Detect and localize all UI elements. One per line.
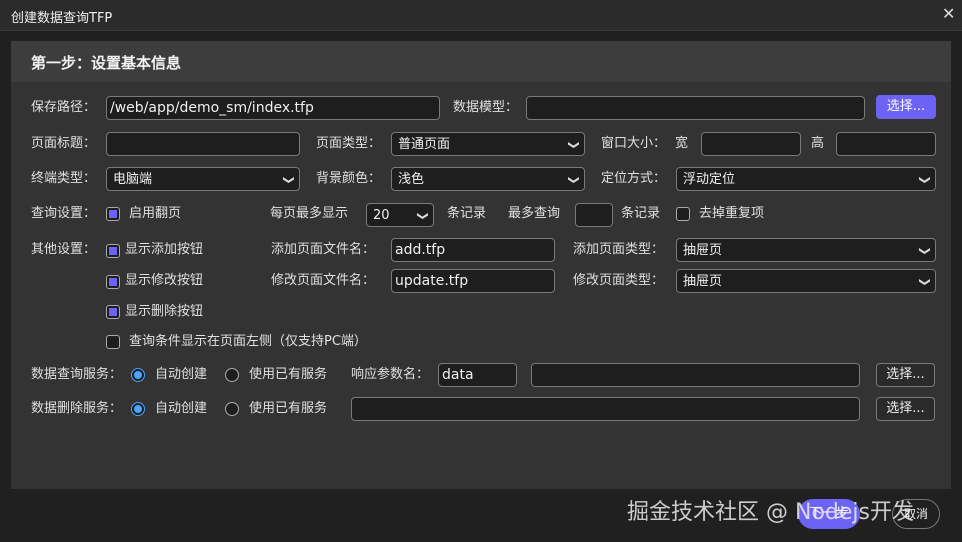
edit-type-select[interactable]: 抽屉页 ❯ — [676, 269, 936, 293]
delete-auto-radio[interactable] — [131, 402, 145, 416]
add-type-label: 添加页面类型： — [573, 242, 665, 257]
step-title: 第一步：设置基本信息 — [31, 54, 182, 72]
query-existing-radio[interactable] — [225, 368, 239, 382]
query-service-input[interactable] — [531, 363, 860, 387]
chevron-down-icon: ❯ — [567, 140, 581, 150]
show-delete-label: 显示删除按钮 — [125, 304, 204, 319]
data-model-label: 数据模型： — [453, 100, 519, 115]
records-label: 条记录 — [447, 206, 487, 221]
edit-file-input[interactable]: update.tfp — [391, 269, 555, 293]
terminal-type-label: 终端类型： — [31, 171, 97, 186]
chevron-down-icon: ❯ — [918, 277, 932, 287]
title-bar — [0, 0, 962, 31]
page-title-label: 页面标题： — [31, 136, 97, 151]
delete-existing-label: 使用已有服务 — [249, 401, 328, 416]
window-size-label: 窗口大小： — [601, 136, 667, 151]
per-page-select[interactable]: 20 ❯ — [366, 203, 434, 227]
delete-service-label: 数据删除服务： — [31, 401, 123, 416]
per-page-value: 20 — [373, 208, 390, 223]
chevron-down-icon: ❯ — [416, 211, 430, 221]
page-type-select[interactable]: 普通页面 ❯ — [391, 132, 585, 156]
delete-existing-radio[interactable] — [225, 402, 239, 416]
bg-color-select[interactable]: 浅色 ❯ — [391, 167, 585, 191]
bg-color-value: 浅色 — [398, 172, 425, 187]
chevron-down-icon: ❯ — [282, 175, 296, 185]
other-settings-label: 其他设置： — [31, 242, 97, 257]
window-title: 创建数据查询TFP — [11, 11, 113, 26]
query-service-select-button[interactable]: 选择... — [876, 363, 935, 387]
per-page-label: 每页最多显示 — [270, 206, 349, 221]
bg-color-label: 背景颜色： — [316, 171, 382, 186]
page-type-label: 页面类型： — [316, 136, 382, 151]
dedupe-label: 去掉重复项 — [699, 206, 765, 221]
add-file-input[interactable]: add.tfp — [391, 238, 555, 262]
edit-type-label: 修改页面类型： — [573, 273, 665, 288]
add-file-label: 添加页面文件名： — [271, 242, 376, 257]
height-label: 高 — [811, 136, 825, 151]
watermark: 掘金技术社区 @ Nodejs开发 — [627, 500, 914, 525]
query-settings-label: 查询设置： — [31, 206, 97, 221]
save-path-label: 保存路径： — [31, 100, 97, 115]
show-add-checkbox[interactable] — [106, 244, 120, 258]
width-label: 宽 — [675, 136, 689, 151]
show-add-label: 显示添加按钮 — [125, 242, 204, 257]
position-value: 浮动定位 — [683, 172, 736, 187]
terminal-type-value: 电脑端 — [113, 172, 153, 187]
chevron-down-icon: ❯ — [918, 246, 932, 256]
add-type-value: 抽屉页 — [683, 243, 723, 258]
add-type-select[interactable]: 抽屉页 ❯ — [676, 238, 936, 262]
resp-param-label: 响应参数名： — [351, 367, 430, 382]
paging-label: 启用翻页 — [129, 206, 182, 221]
resp-param-input[interactable]: data — [438, 363, 517, 387]
data-model-input[interactable] — [526, 96, 865, 120]
query-auto-label: 自动创建 — [155, 367, 208, 382]
show-delete-checkbox[interactable] — [106, 305, 120, 319]
delete-auto-label: 自动创建 — [155, 401, 208, 416]
terminal-type-select[interactable]: 电脑端 ❯ — [106, 167, 300, 191]
close-icon[interactable]: ✕ — [942, 4, 955, 23]
chevron-down-icon: ❯ — [567, 175, 581, 185]
show-edit-label: 显示修改按钮 — [125, 273, 204, 288]
edit-file-label: 修改页面文件名： — [271, 273, 376, 288]
delete-service-select-button[interactable]: 选择... — [876, 397, 935, 421]
position-select[interactable]: 浮动定位 ❯ — [676, 167, 936, 191]
delete-service-input[interactable] — [351, 397, 860, 421]
data-model-select-button[interactable]: 选择... — [876, 95, 936, 119]
edit-type-value: 抽屉页 — [683, 274, 723, 289]
chevron-down-icon: ❯ — [918, 175, 932, 185]
paging-checkbox[interactable] — [106, 207, 120, 221]
query-auto-radio[interactable] — [131, 368, 145, 382]
page-type-value: 普通页面 — [398, 137, 451, 152]
page-title-input[interactable] — [106, 132, 300, 156]
query-service-label: 数据查询服务： — [31, 367, 123, 382]
save-path-input[interactable]: /web/app/demo_sm/index.tfp — [106, 96, 440, 120]
records-label-2: 条记录 — [621, 206, 661, 221]
left-query-label: 查询条件显示在页面左侧（仅支持PC端） — [129, 334, 367, 349]
width-input[interactable] — [701, 132, 801, 156]
dedupe-checkbox[interactable] — [676, 207, 690, 221]
height-input[interactable] — [836, 132, 936, 156]
max-query-label: 最多查询 — [508, 206, 561, 221]
left-query-checkbox[interactable] — [106, 335, 120, 349]
position-label: 定位方式： — [601, 171, 667, 186]
show-edit-checkbox[interactable] — [106, 275, 120, 289]
query-existing-label: 使用已有服务 — [249, 367, 328, 382]
max-query-input[interactable] — [575, 203, 613, 227]
